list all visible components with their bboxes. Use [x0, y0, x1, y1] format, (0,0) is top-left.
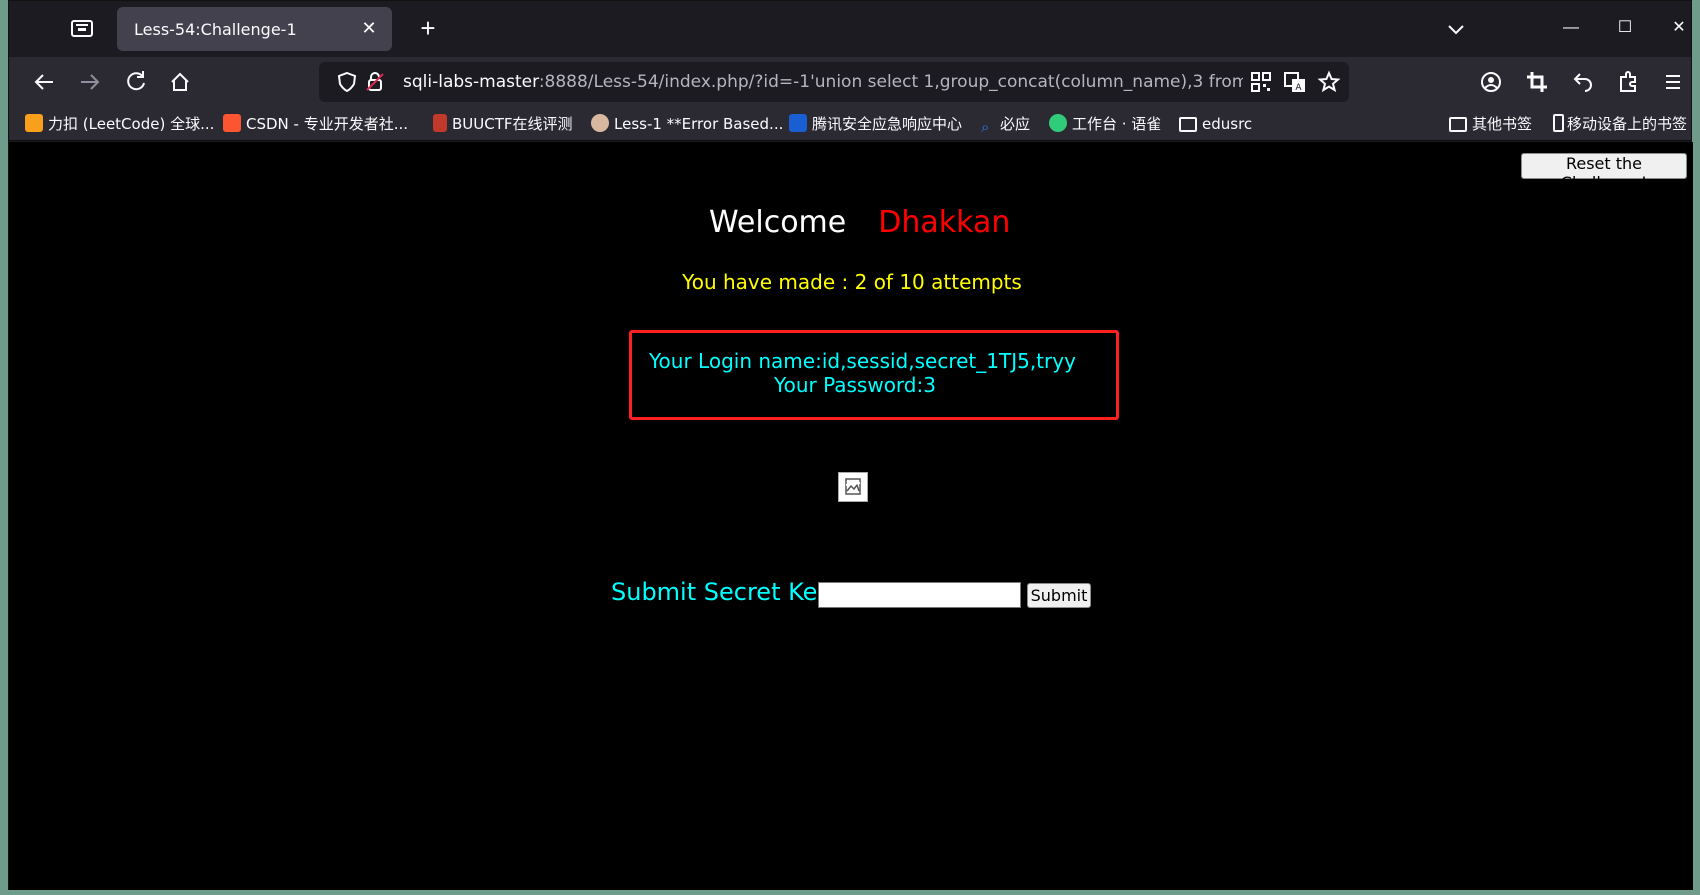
close-window-button[interactable]: ✕ — [1659, 11, 1699, 45]
bookmark-edusrc-folder[interactable]: edusrc — [1179, 113, 1252, 135]
url-text[interactable]: sqli-labs-master:8888/Less-54/index.php/… — [403, 72, 1243, 92]
tab-close-icon[interactable]: ✕ — [358, 17, 380, 39]
bookmark-yuque[interactable]: 工作台 · 语雀 — [1049, 113, 1161, 135]
csdn-icon — [223, 114, 241, 132]
password-text: Your Password:3 — [774, 373, 936, 397]
bookmarks-toolbar: 力扣 (LeetCode) 全球... CSDN - 专业开发者社... BUU… — [9, 107, 1691, 141]
login-name-text: Your Login name:id,sessid,secret_1TJ5,tr… — [649, 349, 1076, 373]
undo-icon[interactable] — [1565, 65, 1599, 99]
welcome-text: Welcome — [709, 205, 847, 240]
insecure-lock-icon[interactable] — [363, 70, 387, 94]
highlight-box: Your Login name:id,sessid,secret_1TJ5,tr… — [629, 330, 1119, 420]
svg-text:A: A — [1295, 83, 1302, 93]
leetcode-icon — [25, 114, 43, 132]
broken-image-icon — [838, 472, 868, 502]
forward-icon[interactable] — [73, 65, 107, 99]
other-bookmarks-folder[interactable]: 其他书签 — [1449, 113, 1532, 135]
buuctf-icon — [433, 114, 447, 132]
tab-overview-icon[interactable] — [69, 15, 95, 41]
new-tab-button[interactable]: + — [412, 13, 444, 45]
maximize-button[interactable]: ☐ — [1605, 11, 1645, 45]
tab-strip: Less-54:Challenge-1 ✕ + — ☐ ✕ — [9, 1, 1691, 57]
qr-code-icon[interactable] — [1249, 70, 1273, 94]
account-icon[interactable] — [1474, 65, 1508, 99]
secret-key-label: Submit Secret Key: — [611, 578, 838, 606]
tab-title: Less-54:Challenge-1 — [134, 20, 297, 39]
folder-icon — [1179, 117, 1197, 132]
tsrc-icon — [789, 114, 807, 132]
bookmark-leetcode[interactable]: 力扣 (LeetCode) 全球... — [25, 113, 214, 135]
avatar-icon — [591, 114, 609, 132]
url-path: :8888/Less-54/index.php/?id=-1'union sel… — [538, 72, 1243, 92]
bookmark-bing[interactable]: ⌕ 必应 — [981, 113, 1030, 136]
extensions-icon[interactable] — [1611, 65, 1645, 99]
minimize-button[interactable]: — — [1551, 11, 1591, 45]
back-icon[interactable] — [27, 65, 61, 99]
mobile-device-icon — [1553, 114, 1564, 132]
bookmark-star-icon[interactable] — [1317, 70, 1341, 94]
folder-icon — [1449, 117, 1467, 132]
bookmark-buuctf[interactable]: BUUCTF在线评测 — [433, 113, 573, 135]
home-icon[interactable] — [163, 65, 197, 99]
yuque-icon — [1049, 114, 1067, 132]
url-host: sqli-labs-master — [403, 72, 539, 92]
bookmark-csdn[interactable]: CSDN - 专业开发者社... — [223, 113, 408, 135]
mobile-bookmarks-folder[interactable]: 移动设备上的书签 — [1553, 113, 1687, 135]
tracking-protection-shield-icon[interactable] — [335, 70, 359, 94]
welcome-heading: Welcome Dhakkan — [709, 205, 1010, 240]
tab-active[interactable]: Less-54:Challenge-1 ✕ — [117, 7, 392, 51]
secret-key-input[interactable] — [818, 582, 1021, 608]
menu-hamburger-icon[interactable] — [1656, 65, 1690, 99]
screenshot-crop-icon[interactable] — [1520, 65, 1554, 99]
bing-search-icon: ⌕ — [981, 118, 990, 136]
bookmark-less-1[interactable]: Less-1 **Error Based... — [591, 113, 783, 135]
page-content: Reset the Challenge! Welcome Dhakkan You … — [9, 142, 1693, 890]
url-bar[interactable]: sqli-labs-master:8888/Less-54/index.php/… — [319, 62, 1349, 102]
user-name: Dhakkan — [878, 205, 1011, 240]
list-all-tabs-icon[interactable] — [1442, 15, 1470, 43]
reset-challenge-button[interactable]: Reset the Challenge! — [1521, 153, 1687, 192]
reload-icon[interactable] — [119, 65, 153, 99]
bookmark-tsrc[interactable]: 腾讯安全应急响应中心 — [789, 113, 962, 135]
submit-button[interactable]: Submit — [1027, 583, 1091, 608]
navigation-bar: sqli-labs-master:8888/Less-54/index.php/… — [9, 57, 1691, 107]
browser-window: Less-54:Challenge-1 ✕ + — ☐ ✕ sqli-labs-… — [8, 0, 1693, 890]
attempts-counter: You have made : 2 of 10 attempts — [682, 270, 1022, 294]
translate-icon[interactable]: A — [1283, 70, 1307, 94]
